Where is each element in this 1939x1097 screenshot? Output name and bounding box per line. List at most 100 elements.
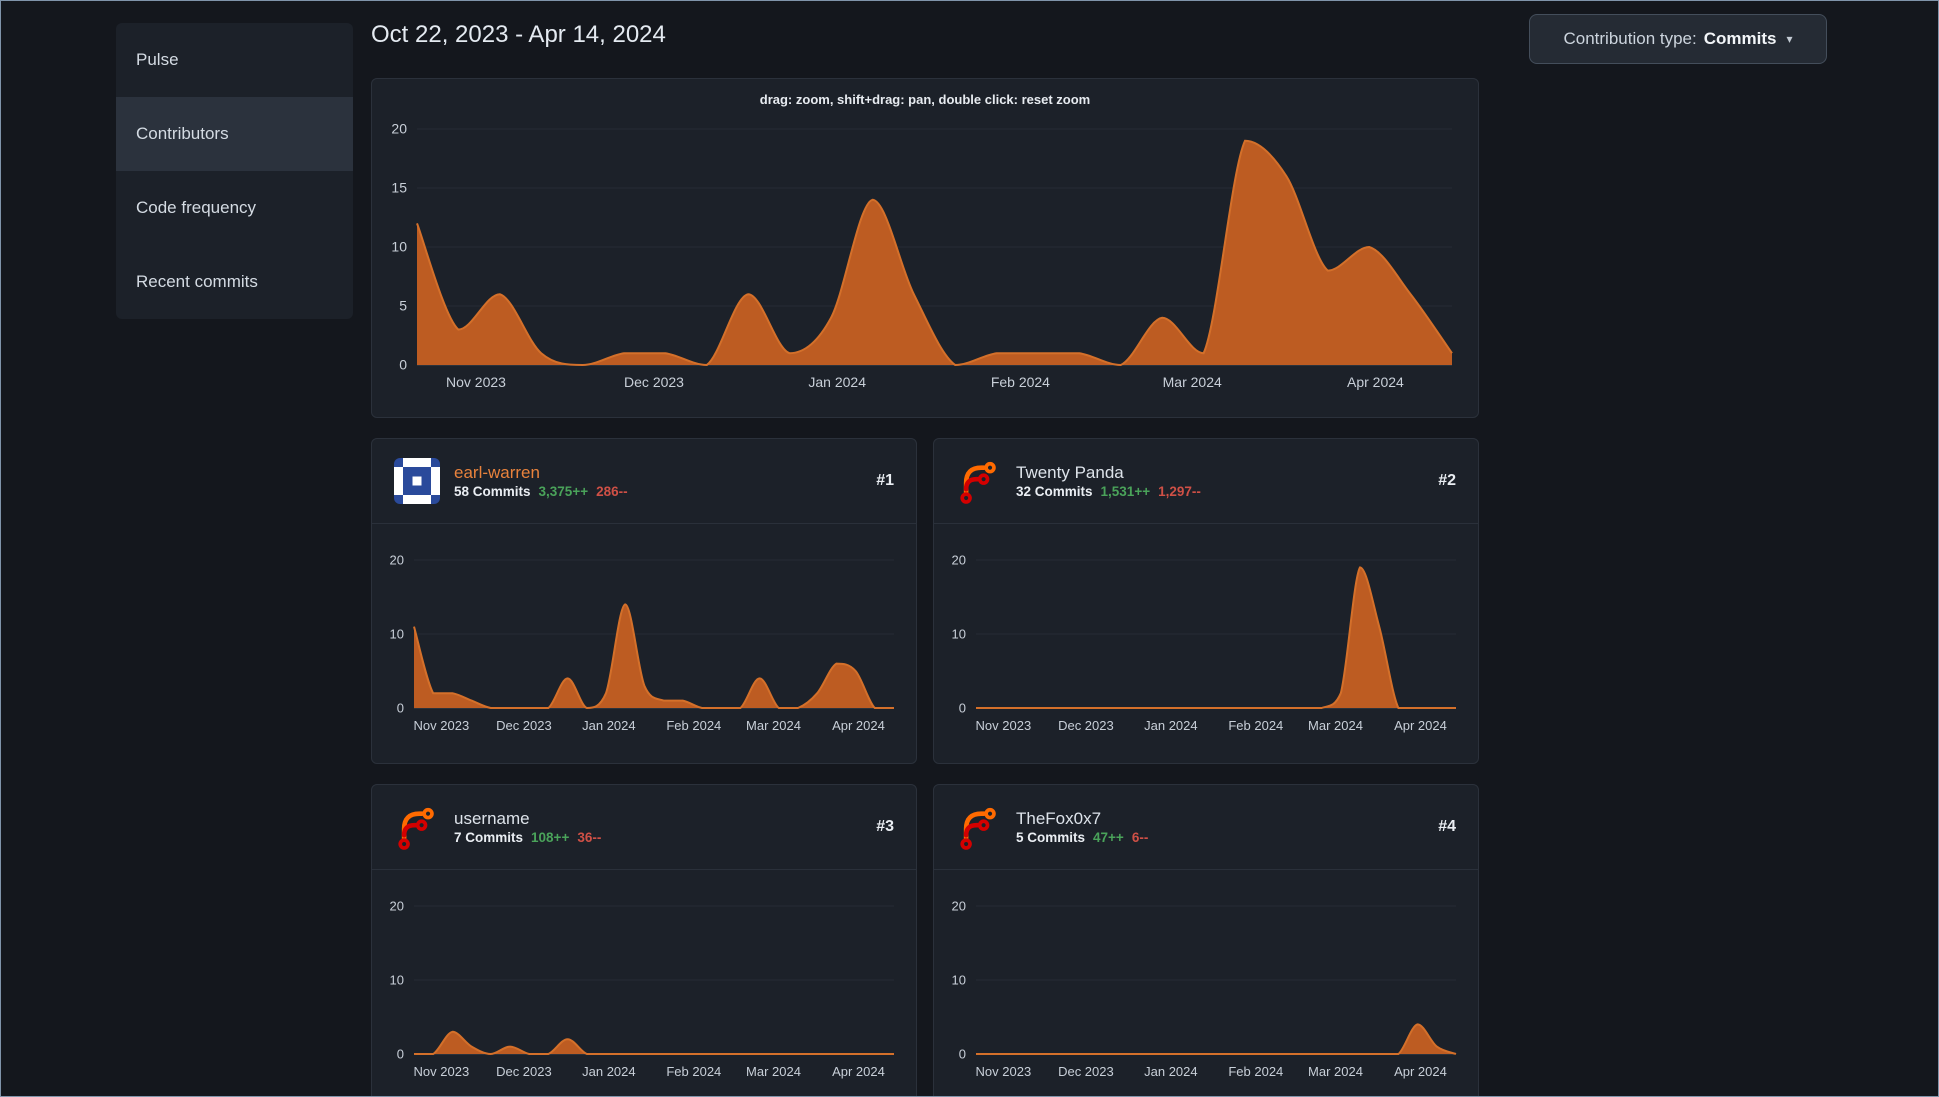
- svg-text:0: 0: [959, 1047, 966, 1062]
- overall-activity-panel: drag: zoom, shift+drag: pan, double clic…: [371, 78, 1479, 418]
- svg-text:Mar 2024: Mar 2024: [1308, 1064, 1363, 1079]
- svg-text:5: 5: [399, 298, 407, 314]
- svg-text:Nov 2023: Nov 2023: [976, 718, 1032, 733]
- sidebar-item-recent-commits[interactable]: Recent commits: [116, 245, 353, 319]
- contributor-activity-chart[interactable]: 0 10 20 Nov 2023 Dec 2023 Jan 2024 Feb 2024 Mar…: [372, 524, 916, 763]
- svg-text:10: 10: [390, 973, 404, 988]
- svg-text:10: 10: [390, 627, 404, 642]
- svg-text:Dec 2023: Dec 2023: [1058, 1064, 1114, 1079]
- svg-text:Feb 2024: Feb 2024: [1228, 718, 1283, 733]
- svg-text:Dec 2023: Dec 2023: [496, 718, 552, 733]
- svg-text:20: 20: [952, 899, 966, 914]
- svg-text:Dec 2023: Dec 2023: [496, 1064, 552, 1079]
- contributor-additions: 3,375++: [538, 483, 589, 499]
- contributors-page: Pulse Contributors Code frequency Recent…: [0, 0, 1939, 1097]
- contribution-type-dropdown[interactable]: Contribution type: Commits ▾: [1529, 14, 1827, 64]
- contributor-additions: 47++: [1093, 829, 1124, 845]
- contributor-info: earl-warren 58 Commits 3,375++ 286--: [454, 464, 628, 499]
- contributor-card-header: earl-warren 58 Commits 3,375++ 286-- #1: [372, 439, 916, 524]
- svg-text:Mar 2024: Mar 2024: [746, 1064, 801, 1079]
- forgejo-logo-avatar: [394, 804, 440, 850]
- contributor-name: username: [454, 808, 530, 828]
- svg-text:Jan 2024: Jan 2024: [1144, 1064, 1198, 1079]
- contributor-activity-chart[interactable]: 0 10 20 Nov 2023 Dec 2023 Jan 2024 Feb 2024 Mar…: [372, 870, 916, 1096]
- contributor-stats: 5 Commits 47++ 6--: [1016, 831, 1148, 845]
- svg-text:Apr 2024: Apr 2024: [1394, 1064, 1447, 1079]
- contributor-card: username 7 Commits 108++ 36-- #3 0 10 20 No…: [371, 784, 917, 1096]
- svg-text:Feb 2024: Feb 2024: [666, 1064, 721, 1079]
- svg-text:10: 10: [952, 973, 966, 988]
- svg-text:Apr 2024: Apr 2024: [1347, 374, 1404, 390]
- svg-text:0: 0: [397, 1047, 404, 1062]
- contributor-commit-count: 5 Commits: [1016, 829, 1086, 845]
- activity-menu: Pulse Contributors Code frequency Recent…: [116, 23, 353, 319]
- svg-text:Jan 2024: Jan 2024: [1144, 718, 1198, 733]
- svg-text:Mar 2024: Mar 2024: [746, 718, 801, 733]
- svg-text:Apr 2024: Apr 2024: [1394, 718, 1447, 733]
- contributor-rank: #4: [1438, 818, 1456, 835]
- contributor-name: TheFox0x7: [1016, 808, 1102, 828]
- contributor-stats: 7 Commits 108++ 36--: [454, 831, 601, 845]
- contributor-rank: #2: [1438, 472, 1456, 489]
- svg-text:20: 20: [952, 553, 966, 568]
- svg-text:Apr 2024: Apr 2024: [832, 718, 885, 733]
- contributor-commit-count: 58 Commits: [454, 483, 531, 499]
- contributor-stats: 58 Commits 3,375++ 286--: [454, 485, 628, 499]
- contributor-additions: 1,531++: [1100, 483, 1151, 499]
- contributor-additions: 108++: [531, 829, 570, 845]
- contributor-deletions: 1,297--: [1158, 483, 1201, 499]
- sidebar-item-contributors[interactable]: Contributors: [116, 97, 353, 171]
- contribution-type-value: Commits: [1703, 29, 1777, 48]
- svg-text:Nov 2023: Nov 2023: [414, 718, 470, 733]
- contributors-grid: earl-warren 58 Commits 3,375++ 286-- #1 …: [371, 438, 1479, 1096]
- svg-text:Dec 2023: Dec 2023: [624, 374, 684, 390]
- svg-text:Nov 2023: Nov 2023: [414, 1064, 470, 1079]
- forgejo-logo-avatar: [956, 458, 1002, 504]
- contributor-deletions: 286--: [596, 483, 628, 499]
- svg-text:Jan 2024: Jan 2024: [582, 718, 636, 733]
- contributor-card: TheFox0x7 5 Commits 47++ 6-- #4 0 10 20 Nov…: [933, 784, 1479, 1096]
- svg-text:Mar 2024: Mar 2024: [1163, 374, 1222, 390]
- contributor-card-header: username 7 Commits 108++ 36-- #3: [372, 785, 916, 870]
- contributor-deletions: 36--: [577, 829, 602, 845]
- svg-text:Nov 2023: Nov 2023: [446, 374, 506, 390]
- svg-text:Dec 2023: Dec 2023: [1058, 718, 1114, 733]
- contributor-name[interactable]: earl-warren: [454, 464, 628, 481]
- contributor-activity-chart[interactable]: 0 10 20 Nov 2023 Dec 2023 Jan 2024 Feb 2024 Mar…: [934, 870, 1478, 1096]
- contributor-rank: #1: [876, 472, 894, 489]
- contributor-stats: 32 Commits 1,531++ 1,297--: [1016, 485, 1201, 499]
- svg-text:10: 10: [391, 239, 407, 255]
- svg-text:15: 15: [391, 180, 407, 196]
- forgejo-logo-avatar: [956, 804, 1002, 850]
- page-title-date-range: Oct 22, 2023 - Apr 14, 2024: [371, 21, 666, 48]
- contributor-info: TheFox0x7 5 Commits 47++ 6--: [1016, 810, 1148, 845]
- caret-down-icon: ▾: [1786, 32, 1793, 46]
- contributor-deletions: 6--: [1131, 829, 1149, 845]
- svg-text:10: 10: [952, 627, 966, 642]
- sidebar-item-code-frequency[interactable]: Code frequency: [116, 171, 353, 245]
- contributor-info: Twenty Panda 32 Commits 1,531++ 1,297--: [1016, 464, 1201, 499]
- svg-text:0: 0: [959, 701, 966, 716]
- contributor-commit-count: 32 Commits: [1016, 483, 1093, 499]
- contribution-type-label: Contribution type:: [1563, 29, 1697, 48]
- sidebar-item-pulse[interactable]: Pulse: [116, 23, 353, 97]
- svg-text:20: 20: [391, 121, 407, 137]
- identicon-avatar: [394, 458, 440, 504]
- svg-text:0: 0: [397, 701, 404, 716]
- svg-text:20: 20: [390, 899, 404, 914]
- svg-text:Mar 2024: Mar 2024: [1308, 718, 1363, 733]
- svg-text:Nov 2023: Nov 2023: [976, 1064, 1032, 1079]
- contributor-rank: #3: [876, 818, 894, 835]
- contributor-info: username 7 Commits 108++ 36--: [454, 810, 601, 845]
- contributor-card: Twenty Panda 32 Commits 1,531++ 1,297-- …: [933, 438, 1479, 764]
- contributor-commit-count: 7 Commits: [454, 829, 524, 845]
- svg-text:20: 20: [390, 553, 404, 568]
- overall-activity-chart[interactable]: 0 5 10 15 20 Nov 2023 Dec 2023 Jan 2024 Feb 2024…: [372, 79, 1478, 417]
- svg-text:Jan 2024: Jan 2024: [808, 374, 866, 390]
- svg-text:Apr 2024: Apr 2024: [832, 1064, 885, 1079]
- contributor-activity-chart[interactable]: 0 10 20 Nov 2023 Dec 2023 Jan 2024 Feb 2024 Mar…: [934, 524, 1478, 763]
- svg-text:Feb 2024: Feb 2024: [666, 718, 721, 733]
- svg-text:Feb 2024: Feb 2024: [1228, 1064, 1283, 1079]
- svg-text:Feb 2024: Feb 2024: [991, 374, 1050, 390]
- contributor-name: Twenty Panda: [1016, 462, 1124, 482]
